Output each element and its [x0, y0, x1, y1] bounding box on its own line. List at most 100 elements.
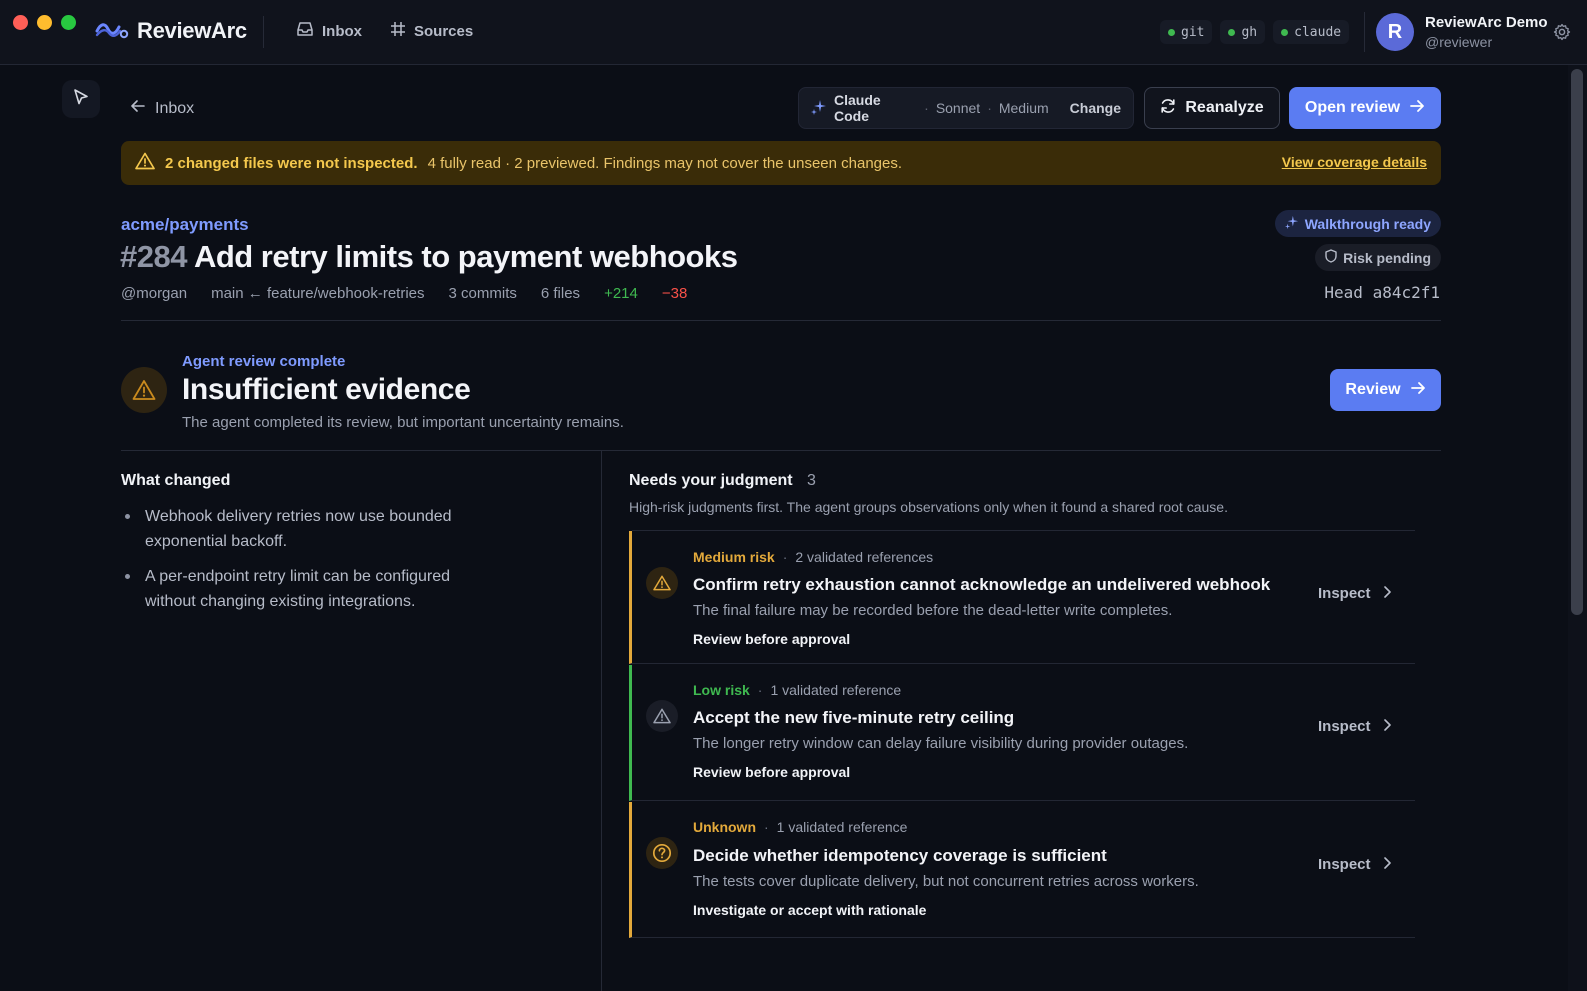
- inspect-button[interactable]: Inspect: [1318, 718, 1391, 735]
- window-controls: [13, 15, 76, 30]
- back-to-inbox-link[interactable]: Inbox: [131, 99, 194, 118]
- list-item: Webhook delivery retries now use bounded…: [121, 504, 481, 554]
- card-title: Decide whether idempotency coverage is s…: [693, 846, 1107, 865]
- card-action: Review before approval: [693, 764, 851, 780]
- divider: [1364, 12, 1365, 52]
- verdict-kicker: Agent review complete: [182, 353, 346, 370]
- risk-level: Low risk: [693, 682, 750, 698]
- judgment-card[interactable]: Unknown · 1 validated reference Decide whe…: [629, 802, 1415, 938]
- chevron-right-icon: [1383, 856, 1391, 873]
- divider: [121, 320, 1441, 321]
- sparkle-icon: [811, 99, 827, 118]
- separator: ·: [987, 100, 992, 116]
- arrow-left-icon: [131, 99, 145, 118]
- card-description: The tests cover duplicate delivery, but …: [693, 873, 1199, 890]
- status-dot: [1228, 28, 1236, 36]
- banner-text: 4 fully read · 2 previewed. Findings may…: [427, 154, 903, 172]
- agent-name: Claude Code: [834, 92, 881, 124]
- pr-author[interactable]: @morgan: [121, 285, 187, 302]
- inspect-button[interactable]: Inspect: [1318, 856, 1391, 873]
- judgment-card[interactable]: Low risk · 1 validated reference Accept th…: [629, 665, 1415, 801]
- inbox-icon: [296, 21, 314, 41]
- status-dot: [1281, 28, 1289, 36]
- divider: [263, 16, 264, 48]
- pr-title: Add retry limits to payment webhooks: [193, 239, 738, 274]
- gear-icon[interactable]: [1553, 23, 1571, 46]
- reanalyze-label: Reanalyze: [1185, 99, 1264, 116]
- view-coverage-details-link[interactable]: View coverage details: [1282, 154, 1427, 170]
- walkthrough-label: Walkthrough ready: [1304, 215, 1431, 232]
- status-pill-claude: claude: [1273, 20, 1350, 44]
- separator: ·: [924, 100, 929, 116]
- status-pill-git: git: [1160, 20, 1213, 44]
- warning-icon: [646, 567, 678, 599]
- pr-commits: 3 commits: [448, 285, 517, 302]
- judgment-card[interactable]: Medium risk · 2 validated references Confi…: [629, 530, 1415, 664]
- user-name: ReviewArc Demo: [1425, 14, 1548, 31]
- inspect-label: Inspect: [1318, 585, 1371, 602]
- chevron-right-icon: [1383, 585, 1391, 602]
- avatar[interactable]: R: [1376, 13, 1414, 51]
- warning-icon: [121, 367, 167, 413]
- needs-judgment-count: 3: [807, 472, 816, 489]
- review-button[interactable]: Review: [1330, 369, 1441, 411]
- list-item: A per-endpoint retry limit can be config…: [121, 564, 481, 614]
- open-review-button[interactable]: Open review: [1289, 87, 1441, 129]
- verdict-subtitle: The agent completed its review, but impo…: [182, 414, 624, 431]
- page-title: #284 Add retry limits to payment webhook…: [120, 239, 738, 275]
- risk-label: Risk pending: [1343, 249, 1431, 266]
- logo-icon: [95, 17, 129, 44]
- change-model-button[interactable]: Change: [1070, 100, 1121, 116]
- brand[interactable]: ReviewArc: [95, 17, 247, 44]
- review-label: Review: [1345, 381, 1401, 398]
- model-selector: Claude Code · Sonnet · Medium Change: [798, 87, 1134, 129]
- question-icon: [646, 837, 678, 869]
- card-action: Review before approval: [693, 631, 851, 647]
- reference-count: 1 validated reference: [776, 819, 908, 835]
- pr-files: 6 files: [540, 285, 581, 302]
- effort-level: Medium: [998, 100, 1049, 116]
- card-title: Confirm retry exhaustion cannot acknowle…: [693, 575, 1271, 594]
- title-bar: ReviewArc Inbox Sources git gh claude R …: [0, 0, 1587, 65]
- repo-link[interactable]: acme/payments: [121, 215, 249, 235]
- open-review-label: Open review: [1304, 99, 1401, 116]
- needs-judgment-title: Needs your judgment: [629, 472, 793, 489]
- arrow-right-icon: [1410, 381, 1426, 400]
- coverage-warning-banner: 2 changed files were not inspected. 4 fu…: [121, 141, 1441, 185]
- minimize-window-button[interactable]: [37, 15, 52, 30]
- chevron-right-icon: [1383, 718, 1391, 735]
- nav-sources[interactable]: Sources: [390, 21, 473, 41]
- scrollbar-thumb[interactable]: [1571, 69, 1583, 615]
- sparkle-icon: [1284, 215, 1299, 232]
- zoom-window-button[interactable]: [61, 15, 76, 30]
- cursor-icon: [72, 88, 90, 111]
- pr-meta: @morgan main ← feature/webhook-retries 3…: [121, 285, 687, 302]
- status-pill-gh: gh: [1220, 20, 1266, 44]
- pr-number: #284: [120, 239, 187, 274]
- card-meta: Low risk · 1 validated reference: [693, 682, 902, 698]
- risk-level: Unknown: [693, 819, 756, 835]
- head-commit: Head a84c2f1: [1324, 283, 1440, 302]
- nav-sources-label: Sources: [414, 22, 474, 40]
- model-name: Sonnet: [935, 100, 981, 116]
- shield-icon: [1325, 249, 1337, 266]
- nav-inbox[interactable]: Inbox: [296, 21, 362, 41]
- card-description: The final failure may be recorded before…: [693, 602, 1173, 619]
- card-meta: Medium risk · 2 validated references: [693, 549, 934, 565]
- warning-icon: [135, 152, 155, 174]
- banner-headline: 2 changed files were not inspected.: [165, 154, 418, 172]
- card-action: Investigate or accept with rationale: [693, 902, 927, 918]
- back-label: Inbox: [155, 99, 195, 117]
- pr-branch: main ← feature/webhook-retries: [211, 285, 425, 302]
- what-changed-list: Webhook delivery retries now use bounded…: [121, 504, 481, 624]
- grid-icon: [390, 21, 406, 41]
- pr-additions: +214: [604, 285, 638, 302]
- inspect-button[interactable]: Inspect: [1318, 585, 1391, 602]
- cursor-mode-button[interactable]: [62, 80, 100, 118]
- reanalyze-button[interactable]: Reanalyze: [1144, 87, 1280, 129]
- close-window-button[interactable]: [13, 15, 28, 30]
- card-description: The longer retry window can delay failur…: [693, 735, 1189, 752]
- nav-inbox-label: Inbox: [322, 22, 362, 40]
- walkthrough-badge[interactable]: Walkthrough ready: [1274, 210, 1441, 237]
- card-meta: Unknown · 1 validated reference: [693, 819, 908, 835]
